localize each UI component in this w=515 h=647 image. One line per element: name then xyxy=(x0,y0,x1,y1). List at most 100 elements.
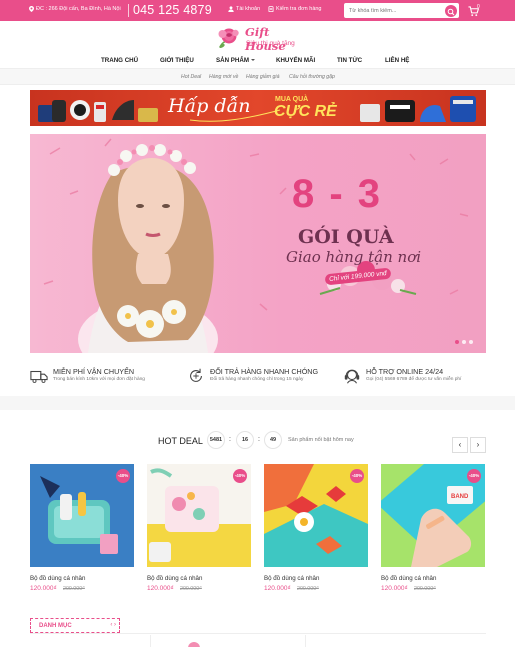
service-title: ĐỔI TRẢ HÀNG NHANH CHÓNG xyxy=(210,367,319,376)
product-image[interactable]: -40% xyxy=(147,464,251,567)
address: ĐC : 266 Đội cấn, Ba Đình, Hà Nội xyxy=(29,6,121,12)
nav-item-news[interactable]: TIN TỨC xyxy=(337,57,362,64)
discount-badge: -40% xyxy=(116,469,130,483)
subnav-item-new-arrivals[interactable]: Hàng mới về xyxy=(209,74,238,80)
subnav-item-faq[interactable]: Câu hỏi thường gặp xyxy=(289,74,335,80)
hot-deal-note: Sản phẩm nổi bật hôm nay xyxy=(288,437,354,443)
countdown-separator: : xyxy=(229,436,231,443)
user-icon xyxy=(228,6,234,12)
product-card[interactable]: -40% Bộ đồ dùng cá nhân 120.000₫ 200.000… xyxy=(30,464,134,594)
hero-model-image xyxy=(43,138,469,353)
countdown-minutes: 49 xyxy=(264,431,282,449)
cart-button[interactable]: 0 xyxy=(468,4,484,17)
order-check-label: Kiểm tra đơn hàng xyxy=(276,6,322,12)
search-box xyxy=(344,3,459,18)
top-bar: ĐC : 266 Đội cấn, Ba Đình, Hà Nội 045 12… xyxy=(0,0,515,21)
product-price: 120.000₫ xyxy=(381,585,408,592)
product-card[interactable]: BAND -40% Bộ đồ dùng cá nhân 120.000₫ 20… xyxy=(381,464,485,594)
nav-item-contact[interactable]: LIÊN HỆ xyxy=(385,57,409,64)
product-old-price: 200.000₫ xyxy=(414,586,436,592)
search-input[interactable] xyxy=(349,6,439,15)
hero-shipping-text: Giao hàng tận nơi xyxy=(286,248,422,266)
product-price: 120.000₫ xyxy=(264,585,291,592)
account-link[interactable]: Tài khoản xyxy=(228,6,260,12)
chevron-down-icon xyxy=(251,59,256,62)
countdown-days: 5481 xyxy=(207,431,225,449)
search-icon xyxy=(447,8,455,15)
clipboard-icon xyxy=(268,6,274,12)
category-header[interactable]: DANH MỤC ‹ › xyxy=(30,618,120,633)
account-label: Tài khoản xyxy=(236,6,261,12)
hotline[interactable]: 045 125 4879 xyxy=(133,3,212,17)
divider xyxy=(150,635,151,647)
service-desc: Đổi trả hàng nhanh chóng chỉ trong 15 ng… xyxy=(210,377,304,382)
service-title: MIỄN PHÍ VẬN CHUYỂN xyxy=(53,367,135,376)
service-returns: ĐỔI TRẢ HÀNG NHANH CHÓNG Đổi trả hàng nh… xyxy=(187,365,337,387)
product-image[interactable]: BAND -40% xyxy=(381,464,485,567)
section-divider xyxy=(0,396,515,410)
service-title: HỖ TRỢ ONLINE 24/24 xyxy=(366,367,444,376)
product-name[interactable]: Bộ đồ dùng cá nhân xyxy=(30,575,85,582)
svg-text:BAND: BAND xyxy=(451,494,469,500)
site-logo[interactable]: Gift House Siêu thị quà tặng xyxy=(215,25,305,53)
product-price: 120.000₫ xyxy=(30,585,57,592)
promo-banner[interactable]: Hấp dẫn MUA QUÀ CỰC RẺ xyxy=(30,90,486,126)
hero-date: 8 - 3 xyxy=(292,172,383,216)
product-name[interactable]: Bộ đồ dùng cá nhân xyxy=(264,575,319,582)
countdown-separator: : xyxy=(258,436,260,443)
slider-dots xyxy=(455,340,473,344)
nav-item-home[interactable]: TRANG CHỦ xyxy=(101,57,138,64)
product-old-price: 200.000₫ xyxy=(63,586,85,592)
location-pin-icon xyxy=(29,6,34,12)
product-image[interactable]: -40% xyxy=(264,464,368,567)
hero-gift-text: GÓI QUÀ xyxy=(298,226,394,248)
slider-dot[interactable] xyxy=(469,340,473,344)
hot-deal-next-button[interactable]: › xyxy=(470,437,486,453)
rose-logo-icon xyxy=(218,28,239,48)
sub-nav: Hot Deal Hàng mới về Hàng giảm giá Câu h… xyxy=(0,68,515,85)
discount-badge: -40% xyxy=(350,469,364,483)
product-name[interactable]: Bộ đồ dùng cá nhân xyxy=(147,575,202,582)
product-old-price: 200.000₫ xyxy=(180,586,202,592)
product-card[interactable]: -40% Bộ đồ dùng cá nhân 120.000₫ 200.000… xyxy=(264,464,368,594)
category-arrows[interactable]: ‹ › xyxy=(110,622,116,628)
brand-name: Gift House xyxy=(245,25,286,53)
service-free-shipping: MIỄN PHÍ VẬN CHUYỂN Trong bán kính 10km … xyxy=(30,365,180,387)
promo-sub2: CỰC RẺ xyxy=(274,103,337,120)
hot-deal-prev-button[interactable]: ‹ xyxy=(452,437,468,453)
truck-icon xyxy=(30,370,48,383)
order-check-link[interactable]: Kiểm tra đơn hàng xyxy=(268,6,322,12)
service-support: HỖ TRỢ ONLINE 24/24 Gọi (04) 5569 6789 đ… xyxy=(343,365,493,387)
hot-deal-title: HOT DEAL xyxy=(158,436,203,446)
slider-dot[interactable] xyxy=(462,340,466,344)
nav-item-products[interactable]: SẢN PHẨM xyxy=(216,57,256,64)
category-title: DANH MỤC xyxy=(39,623,72,629)
address-text: ĐC : 266 Đội cấn, Ba Đình, Hà Nội xyxy=(36,6,121,12)
countdown-hours: 16 xyxy=(236,431,254,449)
nav-item-promotions[interactable]: KHUYẾN MÃI xyxy=(276,57,315,64)
discount-badge: -40% xyxy=(233,469,247,483)
slider-dot[interactable] xyxy=(455,340,459,344)
nav-item-about[interactable]: GIỚI THIỆU xyxy=(160,57,194,64)
nav-item-products-label: SẢN PHẨM xyxy=(216,57,250,64)
cart-count: 0 xyxy=(477,4,480,10)
product-name[interactable]: Bộ đồ dùng cá nhân xyxy=(381,575,436,582)
return-icon xyxy=(190,368,202,382)
divider xyxy=(305,635,306,647)
product-image[interactable]: -40% xyxy=(30,464,134,567)
category-section xyxy=(30,633,486,647)
promo-headline: Hấp dẫn xyxy=(168,95,251,117)
service-desc: Gọi (04) 5569 6789 để được tư vấn miễn p… xyxy=(366,377,462,382)
support-icon xyxy=(344,369,360,384)
subnav-item-sale[interactable]: Hàng giảm giá xyxy=(246,74,279,80)
hero-slider[interactable]: 8 - 3 GÓI QUÀ Giao hàng tận nơi Chỉ với … xyxy=(30,134,486,353)
main-nav: TRANG CHỦ GIỚI THIỆU SẢN PHẨM KHUYẾN MÃI… xyxy=(0,55,515,68)
brand-tagline: Siêu thị quà tặng xyxy=(246,40,295,47)
product-card[interactable]: -40% Bộ đồ dùng cá nhân 120.000₫ 200.000… xyxy=(147,464,251,594)
discount-badge: -40% xyxy=(467,469,481,483)
promo-sub1: MUA QUÀ xyxy=(275,96,309,103)
service-desc: Trong bán kính 10km với mọi đơn đặt hàng xyxy=(53,377,145,382)
product-price: 120.000₫ xyxy=(147,585,174,592)
search-button[interactable] xyxy=(445,4,457,17)
subnav-item-hot-deal[interactable]: Hot Deal xyxy=(181,74,201,80)
